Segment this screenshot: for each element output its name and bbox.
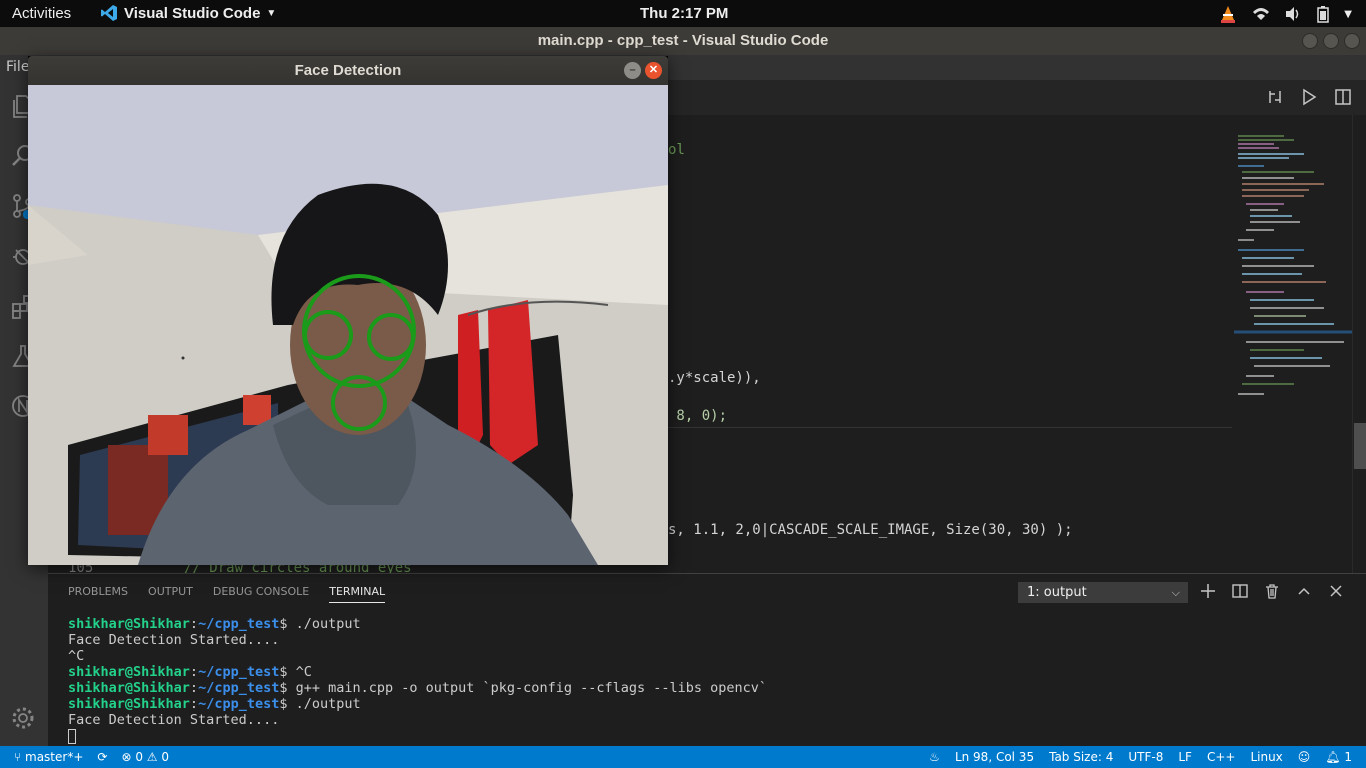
prompt-path: ~/cpp_test	[198, 680, 280, 696]
prompt-path: ~/cpp_test	[198, 696, 280, 712]
tab-size[interactable]: Tab Size: 4	[1049, 746, 1113, 768]
clock[interactable]: Thu 2:17 PM	[640, 5, 728, 22]
notification-count: 1	[1344, 750, 1352, 764]
terminal-line: shikhar@Shikhar:~/cpp_test$ g++ main.cpp…	[68, 680, 768, 696]
close-button[interactable]: ✕	[645, 62, 662, 79]
git-branch-status[interactable]: ⑂ master*+	[14, 746, 83, 768]
language-mode[interactable]: C++	[1207, 746, 1236, 768]
cursor-position[interactable]: Ln 98, Col 35	[955, 746, 1034, 768]
editor-scrollbar[interactable]	[1352, 115, 1366, 573]
terminal-command: ./output	[295, 696, 361, 712]
activities-button[interactable]: Activities	[12, 5, 71, 22]
maximize-button[interactable]	[1323, 33, 1339, 49]
minimize-button[interactable]	[1302, 33, 1318, 49]
problems-status[interactable]: ⊗ 0 ⚠ 0	[121, 746, 169, 768]
app-menu-label: Visual Studio Code	[124, 4, 261, 22]
terminal-line: shikhar@Shikhar:~/cpp_test$ ^C	[68, 664, 312, 680]
run-icon[interactable]	[1300, 88, 1318, 106]
code-fragment: 8, 0);	[668, 408, 728, 424]
bottom-panel: PROBLEMS OUTPUT DEBUG CONSOLE TERMINAL 1…	[48, 573, 1366, 746]
status-bar: ⑂ master*+ ⟳ ⊗ 0 ⚠ 0 ♨ Ln 98, Col 35 Tab…	[0, 746, 1366, 768]
split-terminal-icon[interactable]	[1232, 583, 1248, 599]
code-fragment: ol	[668, 142, 685, 158]
terminal-line: ^C	[68, 648, 85, 664]
branch-name: master*+	[25, 750, 84, 764]
chevron-down-icon[interactable]: ▼	[1344, 9, 1352, 20]
face-window-title-bar[interactable]: Face Detection – ✕	[28, 56, 668, 85]
menu-file[interactable]: File	[6, 59, 29, 75]
trash-icon[interactable]	[1264, 583, 1280, 599]
chevron-down-icon: ▼	[266, 7, 277, 19]
terminal-command: ^C	[295, 664, 312, 680]
webcam-frame	[28, 85, 668, 565]
flame-icon[interactable]: ♨	[929, 746, 940, 768]
prompt-path: ~/cpp_test	[198, 664, 280, 680]
chevron-up-icon[interactable]	[1296, 583, 1312, 599]
system-tray[interactable]: ▼	[1218, 4, 1352, 24]
vlc-icon[interactable]	[1218, 4, 1238, 24]
terminal-line: Face Detection Started....	[68, 712, 280, 728]
vscode-logo-icon	[101, 5, 117, 21]
terminal-selector[interactable]: 1: output ⌵	[1018, 582, 1188, 603]
add-terminal-icon[interactable]	[1200, 583, 1216, 599]
terminal-command: g++ main.cpp -o output `pkg-config --cfl…	[295, 680, 768, 696]
terminal-command: ./output	[295, 616, 361, 632]
prompt-user: shikhar@Shikhar	[68, 696, 190, 712]
encoding[interactable]: UTF-8	[1128, 746, 1163, 768]
volume-icon[interactable]	[1284, 5, 1302, 23]
face-detection-window[interactable]: Face Detection – ✕	[28, 56, 668, 565]
split-editor-icon[interactable]	[1334, 88, 1352, 106]
terminal-cursor	[68, 728, 76, 744]
minimap[interactable]	[1234, 132, 1354, 432]
terminal-line: shikhar@Shikhar:~/cpp_test$ ./output	[68, 616, 361, 632]
terminal-selector-value: 1: output	[1027, 585, 1087, 600]
code-fragment: s, 1.1, 2,0|CASCADE_SCALE_IMAGE, Size(30…	[668, 522, 1073, 538]
close-icon[interactable]	[1328, 583, 1344, 599]
chevron-down-icon: ⌵	[1171, 586, 1180, 599]
wifi-icon[interactable]	[1252, 5, 1270, 23]
prompt-user: shikhar@Shikhar	[68, 680, 190, 696]
prompt-path: ~/cpp_test	[198, 616, 280, 632]
scrollbar-thumb[interactable]	[1354, 423, 1366, 469]
app-menu[interactable]: Visual Studio Code ▼	[100, 4, 276, 22]
end-of-line[interactable]: LF	[1178, 746, 1192, 768]
compare-changes-icon[interactable]	[1266, 88, 1284, 106]
tab-terminal[interactable]: TERMINAL	[329, 585, 386, 603]
terminal-line: Face Detection Started....	[68, 632, 280, 648]
notifications[interactable]: 🔔︎ 1	[1325, 746, 1352, 768]
prompt-user: shikhar@Shikhar	[68, 616, 190, 632]
platform[interactable]: Linux	[1250, 746, 1282, 768]
sync-icon[interactable]: ⟳	[97, 746, 107, 768]
close-button[interactable]	[1344, 33, 1360, 49]
terminal-line: shikhar@Shikhar:~/cpp_test$ ./output	[68, 696, 361, 712]
tab-problems[interactable]: PROBLEMS	[68, 585, 128, 598]
battery-icon[interactable]	[1316, 5, 1330, 23]
gear-icon[interactable]	[9, 704, 37, 732]
prompt-user: shikhar@Shikhar	[68, 664, 190, 680]
code-fragment: .y*scale)),	[668, 370, 761, 386]
face-window-title: Face Detection	[294, 62, 402, 79]
error-count: 0	[135, 750, 143, 764]
tab-output[interactable]: OUTPUT	[148, 585, 193, 598]
feedback-icon[interactable]: ☺	[1298, 746, 1311, 768]
window-title-bar: main.cpp - cpp_test - Visual Studio Code	[0, 27, 1366, 55]
window-title: main.cpp - cpp_test - Visual Studio Code	[537, 32, 829, 49]
minimize-button[interactable]: –	[624, 62, 641, 79]
warning-count: 0	[161, 750, 169, 764]
tab-debug-console[interactable]: DEBUG CONSOLE	[213, 585, 309, 598]
terminal-output[interactable]: shikhar@Shikhar:~/cpp_test$ ./output Face…	[68, 616, 767, 744]
gnome-top-bar: Activities Visual Studio Code ▼ Thu 2:17…	[0, 0, 1366, 27]
